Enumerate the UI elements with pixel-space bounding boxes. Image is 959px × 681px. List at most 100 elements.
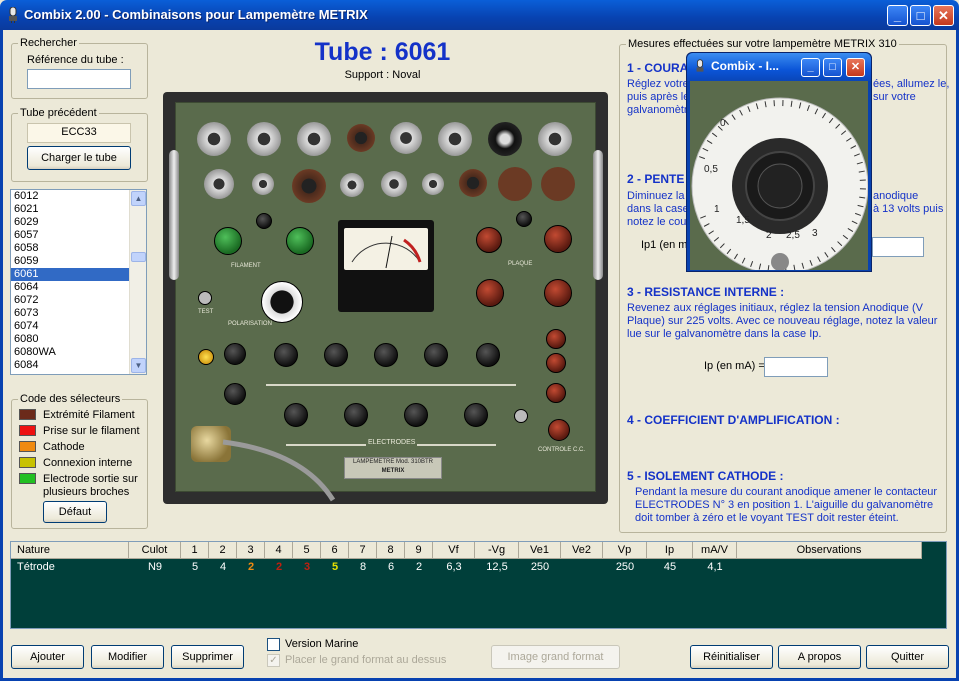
column-header[interactable]: mA/V <box>693 542 737 559</box>
polarisation-dial[interactable] <box>261 281 303 323</box>
quit-button[interactable]: Quitter <box>866 645 949 669</box>
column-header[interactable]: 5 <box>293 542 321 559</box>
column-header[interactable]: Ip <box>647 542 693 559</box>
electrode-selector[interactable] <box>374 343 398 367</box>
list-item[interactable]: 6061 <box>11 268 130 281</box>
column-header[interactable]: Culot <box>129 542 181 559</box>
dial-popup-title: Combix - I... <box>711 59 780 73</box>
column-header[interactable]: Ve2 <box>561 542 603 559</box>
dial-popup-titlebar[interactable]: Combix - I... _ □ ✕ <box>687 53 871 81</box>
column-header[interactable]: Vf <box>433 542 475 559</box>
load-tube-button[interactable]: Charger le tube <box>27 146 131 170</box>
list-item[interactable]: 6073 <box>11 307 130 320</box>
modify-button[interactable]: Modifier <box>91 645 164 669</box>
column-header[interactable]: 3 <box>237 542 265 559</box>
table-cell: 8 <box>359 561 367 573</box>
tube-title: Tube : 6061 <box>314 38 451 66</box>
filament-label: FILAMENT <box>231 263 261 269</box>
list-item[interactable]: 6029 <box>11 216 130 229</box>
filament-knob-right[interactable] <box>286 227 314 255</box>
search-input[interactable] <box>27 69 131 89</box>
column-header[interactable]: Vp <box>603 542 647 559</box>
popup-close-button[interactable]: ✕ <box>846 58 865 77</box>
ip1-label: Ip1 (en m <box>641 239 688 251</box>
list-item[interactable]: 6021 <box>11 203 130 216</box>
column-header[interactable]: 2 <box>209 542 237 559</box>
popup-minimize-button[interactable]: _ <box>801 58 820 77</box>
default-button[interactable]: Défaut <box>43 501 107 523</box>
electrode-selector[interactable] <box>404 403 428 427</box>
big-image-button[interactable]: Image grand format <box>491 645 620 669</box>
column-header[interactable]: 6 <box>321 542 349 559</box>
ve-knob-right[interactable] <box>544 279 572 307</box>
delete-button[interactable]: Supprimer <box>171 645 244 669</box>
column-header[interactable]: 7 <box>349 542 377 559</box>
column-header[interactable]: 9 <box>405 542 433 559</box>
section-5-title: 5 - ISOLEMENT CATHODE : <box>627 469 784 483</box>
electrode-selector[interactable] <box>344 403 368 427</box>
tube-data-table[interactable]: Nature Tétrode Culot N9 1 5 2 4 3 2 4 2 5 3 6 5 7 8 8 6 9 2 Vf… <box>10 541 947 629</box>
scroll-up-icon[interactable]: ▲ <box>131 191 146 206</box>
marine-version-checkbox[interactable] <box>267 638 280 651</box>
electrode-selector[interactable] <box>424 343 448 367</box>
list-item[interactable]: 6064 <box>11 281 130 294</box>
column-header[interactable]: -Vg <box>475 542 519 559</box>
test-button[interactable] <box>198 291 212 305</box>
list-item[interactable]: 6058 <box>11 242 130 255</box>
screen-knob[interactable] <box>546 329 566 349</box>
list-item[interactable]: 6059 <box>11 255 130 268</box>
column-header[interactable]: Observations <box>737 542 922 559</box>
column-header[interactable]: Nature <box>11 542 129 559</box>
scroll-thumb[interactable] <box>131 252 146 262</box>
dial-popup-window[interactable]: Combix - I... _ □ ✕ 0 0,5 1 1,5 2 2,5 3 <box>686 52 872 272</box>
list-scrollbar[interactable]: ▲ ▼ <box>129 190 146 374</box>
filament-knob-left[interactable] <box>214 227 242 255</box>
section-1-title: 1 - COURA <box>627 61 689 75</box>
electrode-selector[interactable] <box>274 343 298 367</box>
electrode-selector[interactable] <box>284 403 308 427</box>
ip1-input[interactable] <box>872 237 924 257</box>
title-bar[interactable]: Combix 2.00 - Combinaisons pour Lampemèt… <box>0 0 959 30</box>
list-item[interactable]: 6080 <box>11 333 130 346</box>
scroll-down-icon[interactable]: ▼ <box>131 358 146 373</box>
list-item[interactable]: 6072 <box>11 294 130 307</box>
small-knob[interactable] <box>256 213 272 229</box>
reset-button[interactable]: Réinitialiser <box>690 645 773 669</box>
table-cell: 6 <box>387 561 395 573</box>
screen-knob[interactable] <box>546 353 566 373</box>
electrode-selector[interactable] <box>476 343 500 367</box>
big-format-checkbox[interactable]: ✓ <box>267 654 280 667</box>
list-item[interactable]: 6084 <box>11 359 130 372</box>
about-button[interactable]: A propos <box>778 645 861 669</box>
plate-knob-right[interactable] <box>544 225 572 253</box>
tube-socket <box>488 122 522 156</box>
column-header[interactable]: 1 <box>181 542 209 559</box>
popup-maximize-button[interactable]: □ <box>823 58 842 77</box>
column-header[interactable]: 8 <box>377 542 405 559</box>
maximize-button[interactable]: □ <box>910 5 931 26</box>
measure-knob[interactable] <box>546 383 566 403</box>
plate-knob-left[interactable] <box>476 227 502 253</box>
small-knob-right[interactable] <box>516 211 532 227</box>
list-item[interactable]: 6012 <box>11 190 130 203</box>
right-handle <box>593 150 603 280</box>
electrode-selector[interactable] <box>464 403 488 427</box>
electrode-selector[interactable] <box>324 343 348 367</box>
ve-knob-left[interactable] <box>476 279 504 307</box>
column-header[interactable]: Ve1 <box>519 542 561 559</box>
list-item[interactable]: 6057 <box>11 229 130 242</box>
cc-knob[interactable] <box>548 419 570 441</box>
close-button[interactable]: ✕ <box>933 5 954 26</box>
tube-socket <box>252 173 274 195</box>
add-button[interactable]: Ajouter <box>11 645 84 669</box>
polarisation-dial-icon[interactable]: 0 0,5 1 1,5 2 2,5 3 <box>690 81 868 270</box>
list-item[interactable]: 6074 <box>11 320 130 333</box>
list-item[interactable]: 6080WA <box>11 346 130 359</box>
column-header[interactable]: 4 <box>265 542 293 559</box>
minimize-button[interactable]: _ <box>887 5 908 26</box>
tube-listbox[interactable]: 6012 6021 6029 6057 6058 6059 6061 6064 6072 6073… <box>10 189 147 375</box>
ip-input[interactable] <box>764 357 828 377</box>
tube-socket <box>247 122 281 156</box>
security-button[interactable] <box>514 409 528 423</box>
swatch-filament-tap <box>19 425 36 436</box>
